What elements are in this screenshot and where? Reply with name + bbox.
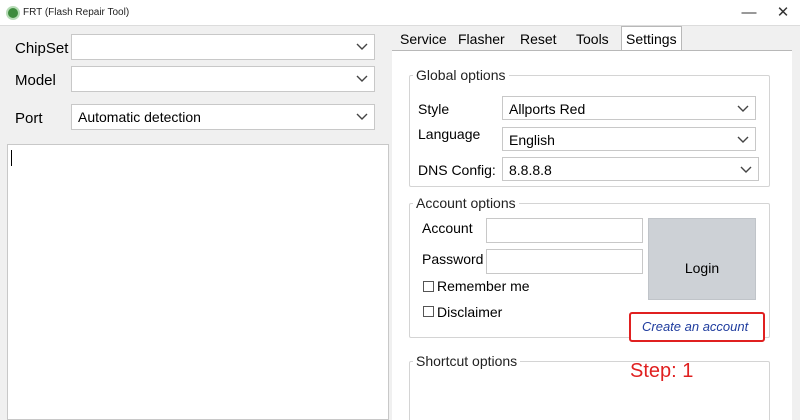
login-button[interactable]: Login	[648, 218, 756, 300]
language-select[interactable]: English	[502, 127, 756, 151]
chevron-down-icon	[356, 71, 368, 85]
window-title: FRT (Flash Repair Tool)	[23, 7, 130, 18]
remember-me-checkbox[interactable]	[423, 281, 434, 292]
login-button-label: Login	[684, 260, 720, 276]
password-input[interactable]	[486, 249, 643, 274]
dns-config-select[interactable]: 8.8.8.8	[502, 157, 759, 181]
close-icon[interactable]: ✕	[766, 0, 800, 26]
title-bar: FRT (Flash Repair Tool) — ✕	[0, 0, 800, 26]
tab-service[interactable]: Service	[400, 28, 447, 51]
chipset-row: ChipSet	[7, 34, 389, 62]
device-selection-panel: ChipSet Model Port Automatic detection	[7, 30, 389, 140]
step-annotation: Step: 1	[630, 360, 694, 382]
tab-flasher[interactable]: Flasher	[458, 28, 505, 51]
style-select[interactable]: Allports Red	[502, 96, 756, 120]
remember-me-label[interactable]: Remember me	[437, 278, 530, 294]
model-row: Model	[7, 66, 389, 94]
chevron-down-icon	[740, 162, 752, 176]
shortcut-options-group: Shortcut options	[409, 353, 770, 420]
text-caret	[11, 150, 12, 166]
disclaimer-label[interactable]: Disclaimer	[437, 304, 502, 320]
port-value: Automatic detection	[78, 109, 201, 125]
style-label: Style	[418, 101, 450, 117]
tab-reset[interactable]: Reset	[520, 28, 557, 51]
password-label: Password	[422, 251, 484, 267]
create-account-link[interactable]: Create an account	[642, 319, 748, 334]
account-options-legend: Account options	[416, 195, 516, 211]
create-account-highlight: Create an account	[629, 312, 765, 342]
shortcut-options-legend: Shortcut options	[416, 353, 518, 369]
style-value: Allports Red	[509, 101, 586, 117]
disclaimer-checkbox[interactable]	[423, 306, 434, 317]
frt-app-icon	[6, 6, 20, 20]
log-textarea[interactable]	[7, 144, 389, 420]
chevron-down-icon	[737, 132, 749, 146]
tab-settings[interactable]: Settings	[621, 26, 682, 52]
language-label: Language	[418, 126, 481, 142]
dns-config-label: DNS Config:	[418, 162, 496, 178]
chevron-down-icon	[356, 109, 368, 123]
port-select[interactable]: Automatic detection	[71, 104, 375, 130]
chipset-label: ChipSet	[15, 40, 69, 57]
chipset-select[interactable]	[71, 34, 375, 60]
settings-panel: Global options Style Allports Red Langua…	[392, 50, 792, 420]
language-value: English	[509, 132, 555, 148]
chevron-down-icon	[356, 39, 368, 53]
port-row: Port Automatic detection	[7, 104, 389, 132]
global-options-legend: Global options	[416, 67, 506, 83]
minimize-icon[interactable]: —	[732, 0, 766, 26]
tab-tools[interactable]: Tools	[576, 28, 609, 51]
tab-strip: Service Flasher Reset Tools Settings	[392, 26, 792, 52]
account-label: Account	[422, 220, 473, 236]
account-input[interactable]	[486, 218, 643, 243]
port-label: Port	[15, 110, 43, 127]
model-select[interactable]	[71, 66, 375, 92]
chevron-down-icon	[737, 101, 749, 115]
dns-config-value: 8.8.8.8	[509, 162, 552, 178]
model-label: Model	[15, 72, 56, 89]
